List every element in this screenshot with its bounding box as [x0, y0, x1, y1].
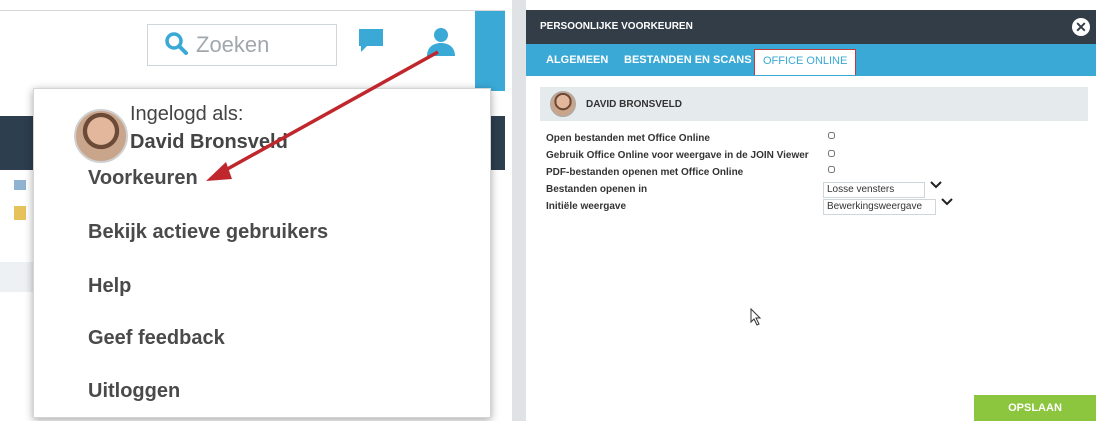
- chat-icon[interactable]: [358, 28, 384, 59]
- setting-pdf-office-online-checkbox[interactable]: [828, 166, 835, 173]
- setting-open-office-online-label: Open bestanden met Office Online: [546, 133, 710, 144]
- close-icon[interactable]: ✕: [1072, 18, 1090, 36]
- setting-open-office-online-checkbox[interactable]: [828, 132, 835, 139]
- search-icon[interactable]: [164, 31, 188, 60]
- user-icon[interactable]: [425, 26, 457, 63]
- setting-open-files-in-select[interactable]: Losse vensters: [823, 182, 925, 198]
- menu-item-feedback[interactable]: Geef feedback: [88, 327, 225, 350]
- background-strip: [512, 0, 526, 421]
- search-box[interactable]: [147, 24, 338, 66]
- avatar: [550, 91, 576, 117]
- logged-in-label: Ingelogd als:: [130, 103, 244, 125]
- search-input[interactable]: [194, 31, 338, 59]
- user-name: DAVID BRONSVELD: [586, 99, 682, 110]
- save-button[interactable]: OPSLAAN: [974, 395, 1096, 421]
- setting-join-viewer-checkbox[interactable]: [828, 150, 835, 157]
- menu-item-help[interactable]: Help: [88, 275, 131, 298]
- setting-initial-view-select[interactable]: Bewerkingsweergave: [823, 199, 936, 215]
- user-menu-dropdown: Ingelogd als: David Bronsveld Voorkeuren…: [33, 88, 491, 418]
- dialog-title: PERSOONLIJKE VOORKEUREN: [540, 21, 693, 32]
- tab-algemeen[interactable]: ALGEMEEN: [546, 54, 608, 66]
- user-bar: DAVID BRONSVELD: [540, 87, 1088, 121]
- preferences-dialog: PERSOONLIJKE VOORKEUREN ✕ ALGEMEEN BESTA…: [526, 0, 1096, 421]
- setting-open-files-in-label: Bestanden openen in: [546, 184, 648, 195]
- setting-pdf-office-online-label: PDF-bestanden openen met Office Online: [546, 167, 744, 178]
- setting-initial-view-label: Initiële weergave: [546, 201, 627, 212]
- background-side-icons: [12, 178, 34, 238]
- chevron-down-icon[interactable]: [941, 197, 953, 210]
- right-panel: PERSOONLIJKE VOORKEUREN ✕ ALGEMEEN BESTA…: [512, 0, 1096, 421]
- menu-item-voorkeuren[interactable]: Voorkeuren: [88, 167, 198, 190]
- setting-join-viewer-label: Gebruik Office Online voor weergave in d…: [546, 150, 809, 161]
- tab-bestanden-en-scans[interactable]: BESTANDEN EN SCANS: [624, 54, 752, 66]
- tab-bar: ALGEMEEN BESTANDEN EN SCANS OFFICE ONLIN…: [526, 44, 1096, 76]
- tab-office-online[interactable]: OFFICE ONLINE: [754, 49, 857, 75]
- left-panel: Ingelogd als: David Bronsveld Voorkeuren…: [0, 0, 505, 421]
- mouse-cursor-icon: [750, 308, 762, 326]
- menu-item-uitloggen[interactable]: Uitloggen: [88, 380, 180, 403]
- header-accent: [475, 11, 505, 91]
- dialog-title-bar: PERSOONLIJKE VOORKEUREN ✕: [526, 10, 1096, 44]
- logged-in-user-name: David Bronsveld: [130, 131, 288, 153]
- menu-item-actieve-gebruikers[interactable]: Bekijk actieve gebruikers: [88, 221, 328, 244]
- chevron-down-icon[interactable]: [930, 180, 942, 193]
- top-edge: [0, 0, 505, 11]
- avatar: [74, 109, 128, 163]
